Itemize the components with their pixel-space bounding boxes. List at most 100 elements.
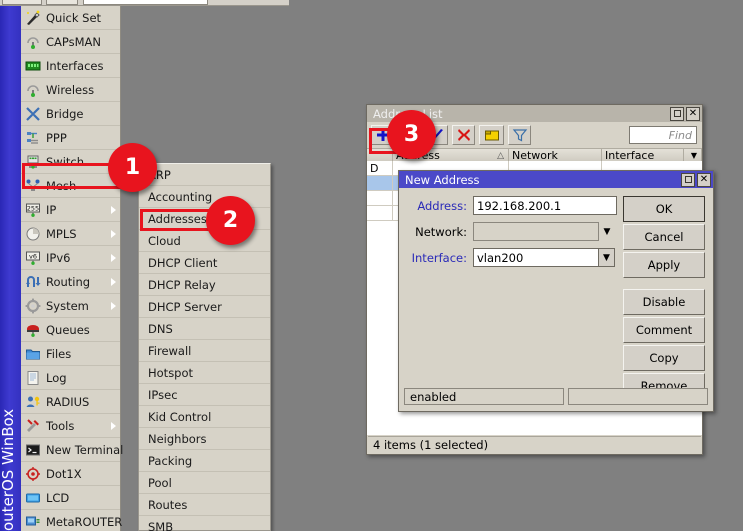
- toolbar-address-field[interactable]: [83, 0, 208, 5]
- ip-submenu-pool[interactable]: Pool: [139, 472, 270, 494]
- sidebar-item-radius[interactable]: RADIUS: [21, 390, 120, 414]
- address-list-titlebar[interactable]: Address List ✕: [367, 105, 702, 122]
- toolbar-button-2[interactable]: [46, 0, 78, 5]
- sidebar-item-metarouter[interactable]: MetaROUTER: [21, 510, 120, 531]
- ip-submenu-smb[interactable]: SMB: [139, 516, 270, 531]
- address-list-toolbar[interactable]: Find: [367, 122, 702, 148]
- sidebar-item-lcd[interactable]: LCD: [21, 486, 120, 510]
- sidebar-item-label: Log: [46, 371, 67, 385]
- address-list-item-count: 4 items (1 selected): [373, 438, 488, 452]
- ip-submenu-arp[interactable]: ARP: [139, 164, 270, 186]
- queues-icon: [25, 322, 41, 338]
- metarouter-icon: [25, 514, 41, 530]
- network-input[interactable]: [473, 222, 599, 241]
- ip-submenu-packing[interactable]: Packing: [139, 450, 270, 472]
- ip-submenu-dns[interactable]: DNS: [139, 318, 270, 340]
- sidebar-item-new-terminal[interactable]: New Terminal: [21, 438, 120, 462]
- ip-submenu-dhcp-server[interactable]: DHCP Server: [139, 296, 270, 318]
- address-list-comment-button[interactable]: [479, 125, 504, 145]
- address-field-label: Address:: [405, 199, 473, 213]
- sidebar-item-label: MetaROUTER: [46, 515, 122, 529]
- minimize-icon[interactable]: [681, 173, 695, 187]
- sidebar-item-mpls[interactable]: MPLS: [21, 222, 120, 246]
- sidebar-item-ip[interactable]: 255IP: [21, 198, 120, 222]
- new-address-titlebar[interactable]: New Address ✕: [399, 171, 713, 188]
- comment-button[interactable]: Comment: [623, 317, 705, 343]
- sidebar-item-ppp[interactable]: PPP: [21, 126, 120, 150]
- sidebar-item-ipv6[interactable]: v6IPv6: [21, 246, 120, 270]
- sidebar-item-capsman[interactable]: CAPsMAN: [21, 30, 120, 54]
- ip-submenu-hotspot[interactable]: Hotspot: [139, 362, 270, 384]
- routeros-branding-bar: outerOS WinBox: [0, 6, 21, 531]
- ip-submenu-dhcp-relay[interactable]: DHCP Relay: [139, 274, 270, 296]
- ip-submenu-firewall[interactable]: Firewall: [139, 340, 270, 362]
- sidebar-item-wireless[interactable]: Wireless: [21, 78, 120, 102]
- sidebar-item-tools[interactable]: Tools: [21, 414, 120, 438]
- sidebar-item-mesh[interactable]: Mesh: [21, 174, 120, 198]
- ppp-icon: [25, 130, 41, 146]
- ip-submenu[interactable]: ARPAccountingAddressesCloud DHCP Client DH…: [138, 163, 271, 531]
- sidebar-item-label: Mesh: [46, 179, 76, 193]
- new-address-button-column[interactable]: OKCancelApplyDisableCommentCopyRemove: [623, 196, 705, 401]
- bridge-icon: [25, 106, 41, 122]
- ip-submenu-dhcp-client[interactable]: DHCP Client: [139, 252, 270, 274]
- ip-submenu-neighbors[interactable]: Neighbors: [139, 428, 270, 450]
- close-icon[interactable]: ✕: [686, 107, 700, 121]
- cancel-button[interactable]: Cancel: [623, 224, 705, 250]
- chevron-right-icon: [111, 422, 116, 430]
- main-menu[interactable]: Quick SetCAPsMANInterfaces Wireless Bridge…: [21, 6, 121, 531]
- ip-submenu-cloud[interactable]: Cloud: [139, 230, 270, 252]
- ip-submenu-routes[interactable]: Routes: [139, 494, 270, 516]
- ok-button[interactable]: OK: [623, 196, 705, 222]
- ip-submenu-kid-control[interactable]: Kid Control: [139, 406, 270, 428]
- ip-submenu-item-label: DHCP Relay: [148, 278, 216, 292]
- copy-button[interactable]: Copy: [623, 345, 705, 371]
- sidebar-item-label: New Terminal: [46, 443, 123, 457]
- network-dropdown-icon[interactable]: ▼: [599, 222, 615, 241]
- sidebar-item-files[interactable]: Files: [21, 342, 120, 366]
- toolbar-button-1[interactable]: [2, 0, 42, 5]
- new-address-dialog[interactable]: New Address ✕ Address: 192.168.200.1 Net…: [398, 170, 714, 412]
- address-field-row: Address: 192.168.200.1: [405, 196, 627, 215]
- sidebar-item-queues[interactable]: Queues: [21, 318, 120, 342]
- ip-submenu-item-label: DHCP Server: [148, 300, 222, 314]
- ip-submenu-item-label: DHCP Client: [148, 256, 217, 270]
- sidebar-item-routing[interactable]: Routing: [21, 270, 120, 294]
- interface-dropdown-icon[interactable]: ▼: [599, 248, 615, 267]
- queues-icon: [25, 322, 41, 338]
- sidebar-item-quick-set[interactable]: Quick Set: [21, 6, 120, 30]
- minimize-icon[interactable]: [670, 107, 684, 121]
- ip-submenu-addresses[interactable]: Addresses: [139, 208, 270, 230]
- address-list-find-input[interactable]: Find: [629, 126, 697, 144]
- sidebar-item-switch[interactable]: Switch: [21, 150, 120, 174]
- address-list-disable-button[interactable]: [452, 125, 475, 145]
- address-list-filter-button[interactable]: [508, 125, 531, 145]
- sidebar-item-label: Wireless: [46, 83, 94, 97]
- mesh-icon: [25, 178, 41, 194]
- sidebar-item-log[interactable]: Log: [21, 366, 120, 390]
- apply-button[interactable]: Apply: [623, 252, 705, 278]
- address-list-enable-button[interactable]: [425, 125, 448, 145]
- sidebar-item-dot1x[interactable]: Dot1X: [21, 462, 120, 486]
- mesh-icon: [25, 178, 41, 194]
- ip-submenu-item-label: Hotspot: [148, 366, 193, 380]
- interface-input[interactable]: vlan200: [473, 248, 599, 267]
- address-list-add-button[interactable]: [371, 125, 394, 145]
- sidebar-item-interfaces[interactable]: Interfaces: [21, 54, 120, 78]
- sidebar-item-label: LCD: [46, 491, 69, 505]
- ipv6-icon: v6: [25, 250, 41, 266]
- disable-button[interactable]: Disable: [623, 289, 705, 315]
- address-list-remove-button[interactable]: [398, 125, 421, 145]
- ppp-icon: [25, 130, 41, 146]
- sidebar-item-bridge[interactable]: Bridge: [21, 102, 120, 126]
- sort-ascending-icon: △: [497, 151, 504, 161]
- sidebar-item-system[interactable]: System: [21, 294, 120, 318]
- ip-submenu-accounting[interactable]: Accounting: [139, 186, 270, 208]
- ip-submenu-ipsec[interactable]: IPsec: [139, 384, 270, 406]
- address-input[interactable]: 192.168.200.1: [473, 196, 617, 215]
- chevron-right-icon: [111, 230, 116, 238]
- close-icon[interactable]: ✕: [697, 173, 711, 187]
- switch-icon: [25, 154, 41, 170]
- sidebar-item-label: Files: [46, 347, 71, 361]
- network-field-row: Network: ▼: [405, 222, 627, 241]
